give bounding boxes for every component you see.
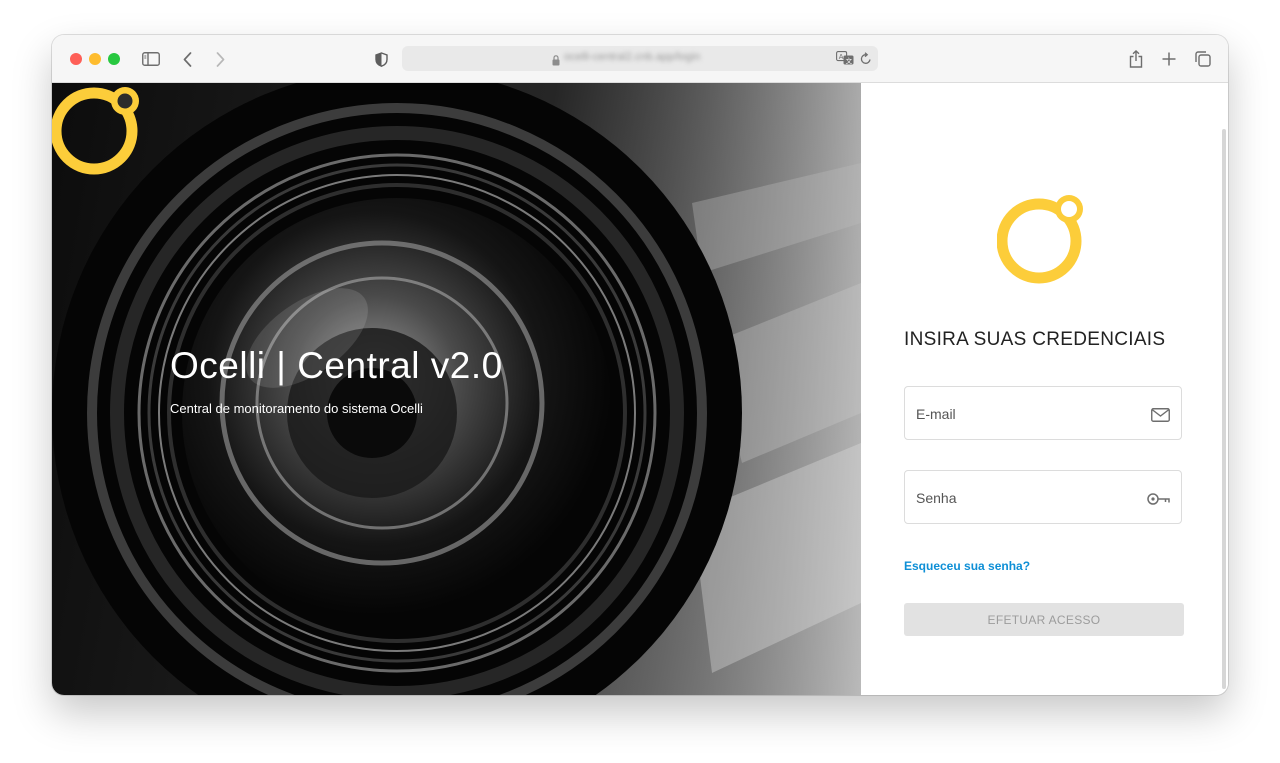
hero-title: Ocelli | Central v2.0 [170,345,503,386]
hero-section: Ocelli | Central v2.0 Central de monitor… [52,83,861,695]
reload-icon[interactable] [860,52,872,70]
hero-subtitle: Central de monitoramento do sistema Ocel… [170,401,423,416]
key-icon [1147,492,1170,506]
login-panel: INSIRA SUAS CREDENCIAIS E-mail Senha Esq… [861,83,1228,695]
sidebar-icon[interactable] [141,48,161,70]
browser-toolbar: ocelli-central2.cnb.app/login A文 [52,35,1228,83]
svg-text:文: 文 [846,56,853,65]
camera-lens-background [52,83,861,695]
password-field[interactable]: Senha [904,470,1182,524]
ocelli-logo-icon [52,87,139,175]
back-icon[interactable] [180,48,194,70]
new-tab-icon[interactable] [1161,48,1177,70]
email-field[interactable]: E-mail [904,386,1182,440]
forgot-password-link[interactable]: Esqueceu sua senha? [904,559,1030,573]
scrollbar[interactable] [1222,129,1226,689]
close-window-button[interactable] [70,53,82,65]
address-bar[interactable]: ocelli-central2.cnb.app/login A文 [402,46,878,71]
translate-icon[interactable]: A文 [836,51,854,70]
page-content: Ocelli | Central v2.0 Central de monitor… [52,83,1228,695]
shield-icon[interactable] [373,48,389,70]
url-text: ocelli-central2.cnb.app/login [564,51,701,63]
submit-login-button[interactable]: EFETUAR ACESSO [904,603,1184,636]
browser-window: ocelli-central2.cnb.app/login A文 Ocelli … [52,35,1228,695]
share-icon[interactable] [1128,48,1144,70]
lock-icon [552,53,560,71]
email-placeholder: E-mail [916,406,956,422]
forward-icon[interactable] [213,48,227,70]
tabs-overview-icon[interactable] [1194,48,1212,70]
login-heading: INSIRA SUAS CREDENCIAIS [904,329,1166,350]
password-placeholder: Senha [916,490,957,506]
ocelli-logo-icon [997,195,1083,284]
minimize-window-button[interactable] [89,53,101,65]
zoom-window-button[interactable] [108,53,120,65]
envelope-icon [1151,408,1170,422]
svg-text:A: A [839,54,844,61]
